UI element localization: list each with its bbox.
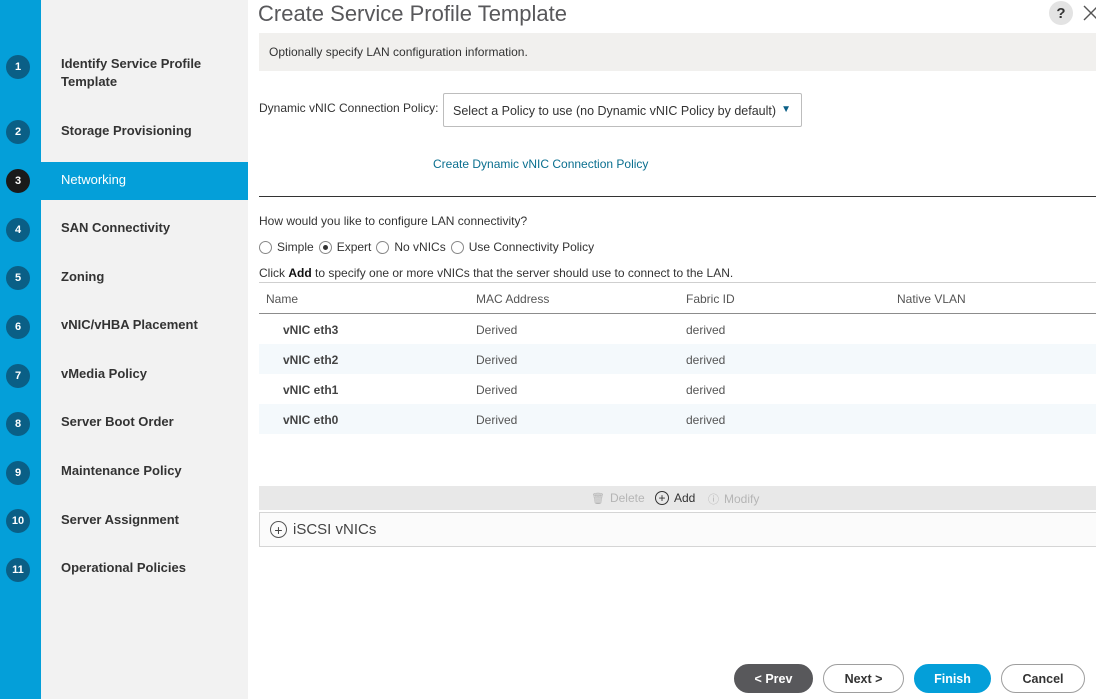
vnic-table-toolbar: 🗑 Delete + Add ⓘ Modify <box>259 486 1096 510</box>
step-badge-6: 6 <box>6 315 30 339</box>
section-divider <box>259 196 1096 197</box>
step-server-boot-order[interactable]: Server Boot Order <box>61 413 241 431</box>
vnic-fabric: derived <box>686 323 726 337</box>
step-storage-provisioning[interactable]: Storage Provisioning <box>61 122 241 140</box>
step-badge-5: 5 <box>6 266 30 290</box>
add-button[interactable]: + Add <box>655 491 695 505</box>
trash-icon: 🗑 <box>591 492 605 505</box>
info-banner: Optionally specify LAN configuration inf… <box>259 33 1096 71</box>
add-instruction-bold: Add <box>288 266 312 280</box>
column-header-native-vlan[interactable]: Native VLAN <box>897 292 966 306</box>
wizard-step-list: Identify Service Profile Template Storag… <box>41 0 248 699</box>
vnic-name: vNIC eth3 <box>283 323 339 337</box>
add-label: Add <box>674 491 696 505</box>
modify-label: Modify <box>724 492 760 506</box>
radio-no-vnics-label: No vNICs <box>394 240 446 254</box>
info-icon: ⓘ <box>708 494 719 506</box>
iscsi-vnics-label: iSCSI vNICs <box>293 521 377 538</box>
table-row[interactable]: vNIC eth0 Derived derived <box>259 404 1096 434</box>
step-badge-4: 4 <box>6 218 30 242</box>
delete-label: Delete <box>609 491 645 505</box>
step-operational-policies[interactable]: Operational Policies <box>61 559 241 577</box>
step-badge-1: 1 <box>6 55 30 79</box>
radio-simple-circle[interactable] <box>259 240 272 254</box>
close-icon[interactable] <box>1079 1 1096 25</box>
vnic-name: vNIC eth0 <box>283 413 339 427</box>
radio-simple-label: Simple <box>277 240 314 254</box>
finish-button[interactable]: Finish <box>914 664 991 693</box>
dynamic-policy-value: Select a Policy to use (no Dynamic vNIC … <box>453 104 777 118</box>
modify-button[interactable]: ⓘ Modify <box>708 491 759 507</box>
radio-use-connectivity-policy-circle[interactable] <box>450 240 464 254</box>
delete-button[interactable]: 🗑 Delete <box>591 491 645 505</box>
step-san-connectivity[interactable]: SAN Connectivity <box>61 219 241 237</box>
step-server-assignment[interactable]: Server Assignment <box>61 511 241 529</box>
wizard-dialog: 1 2 3 4 5 6 7 8 9 10 11 Identify Service… <box>0 0 1096 699</box>
column-header-name[interactable]: Name <box>266 292 298 306</box>
add-instruction-prefix: Click <box>259 266 289 280</box>
dialog-title: Create Service Profile Template <box>258 1 567 26</box>
vnic-fabric: derived <box>686 383 726 397</box>
table-row[interactable]: vNIC eth3 Derived derived <box>259 314 1096 344</box>
step-badge-11: 11 <box>6 558 30 582</box>
help-icon[interactable]: ? <box>1049 1 1073 25</box>
step-badge-10: 10 <box>6 509 30 533</box>
vnic-mac: Derived <box>476 353 518 367</box>
expand-plus-icon: + <box>270 521 287 538</box>
step-zoning[interactable]: Zoning <box>61 268 241 286</box>
column-header-fabric-id[interactable]: Fabric ID <box>686 292 735 306</box>
vnic-mac: Derived <box>476 323 518 337</box>
step-vmedia-policy[interactable]: vMedia Policy <box>61 365 241 383</box>
column-header-mac-address[interactable]: MAC Address <box>476 292 549 306</box>
step-networking[interactable]: Networking <box>61 171 241 189</box>
step-badge-7: 7 <box>6 364 30 388</box>
add-instruction: Click Add to specify one or more vNICs t… <box>259 266 733 280</box>
vnic-table-header: Name MAC Address Fabric ID Native VLAN <box>259 282 1096 314</box>
vnic-fabric: derived <box>686 353 726 367</box>
next-button[interactable]: Next > <box>823 664 904 693</box>
vnic-name: vNIC eth2 <box>283 353 339 367</box>
lan-mode-radio-group: Simple Expert No vNICs Use Connectivity … <box>259 240 599 254</box>
iscsi-vnics-expander[interactable]: + iSCSI vNICs <box>259 512 1096 547</box>
add-instruction-suffix: to specify one or more vNICs that the se… <box>311 266 734 280</box>
vnic-mac: Derived <box>476 383 518 397</box>
dynamic-policy-label: Dynamic vNIC Connection Policy: <box>259 101 439 115</box>
radio-use-connectivity-policy[interactable]: Use Connectivity Policy <box>450 240 595 254</box>
step-maintenance-policy[interactable]: Maintenance Policy <box>61 462 241 480</box>
step-badge-9: 9 <box>6 461 30 485</box>
lan-question: How would you like to configure LAN conn… <box>259 214 528 228</box>
step-badge-3: 3 <box>6 169 30 193</box>
step-badge-2: 2 <box>6 120 30 144</box>
radio-simple[interactable]: Simple <box>259 240 314 254</box>
vnic-name: vNIC eth1 <box>283 383 339 397</box>
table-row[interactable]: vNIC eth1 Derived derived <box>259 374 1096 404</box>
wizard-content: Create Service Profile Template ? Option… <box>248 0 1096 699</box>
radio-no-vnics-circle[interactable] <box>376 240 390 254</box>
step-identify-service-profile-template[interactable]: Identify Service Profile Template <box>61 55 241 91</box>
step-vnic-vhba-placement[interactable]: vNIC/vHBA Placement <box>61 316 241 334</box>
prev-button[interactable]: < Prev <box>734 664 813 693</box>
plus-circle-icon: + <box>655 491 669 505</box>
table-row[interactable]: vNIC eth2 Derived derived <box>259 344 1096 374</box>
radio-expert[interactable]: Expert <box>318 240 372 254</box>
radio-expert-label: Expert <box>336 240 372 254</box>
dynamic-policy-select[interactable]: Select a Policy to use (no Dynamic vNIC … <box>443 93 802 127</box>
step-number-rail: 1 2 3 4 5 6 7 8 9 10 11 <box>0 0 41 699</box>
radio-no-vnics[interactable]: No vNICs <box>376 240 446 254</box>
step-badge-8: 8 <box>6 412 30 436</box>
vnic-mac: Derived <box>476 413 518 427</box>
radio-use-connectivity-policy-label: Use Connectivity Policy <box>468 240 595 254</box>
create-dynamic-policy-link[interactable]: Create Dynamic vNIC Connection Policy <box>433 157 648 171</box>
radio-expert-circle[interactable] <box>318 240 332 254</box>
cancel-button[interactable]: Cancel <box>1001 664 1085 693</box>
dropdown-caret-icon: ▼ <box>781 104 791 115</box>
vnic-fabric: derived <box>686 413 726 427</box>
